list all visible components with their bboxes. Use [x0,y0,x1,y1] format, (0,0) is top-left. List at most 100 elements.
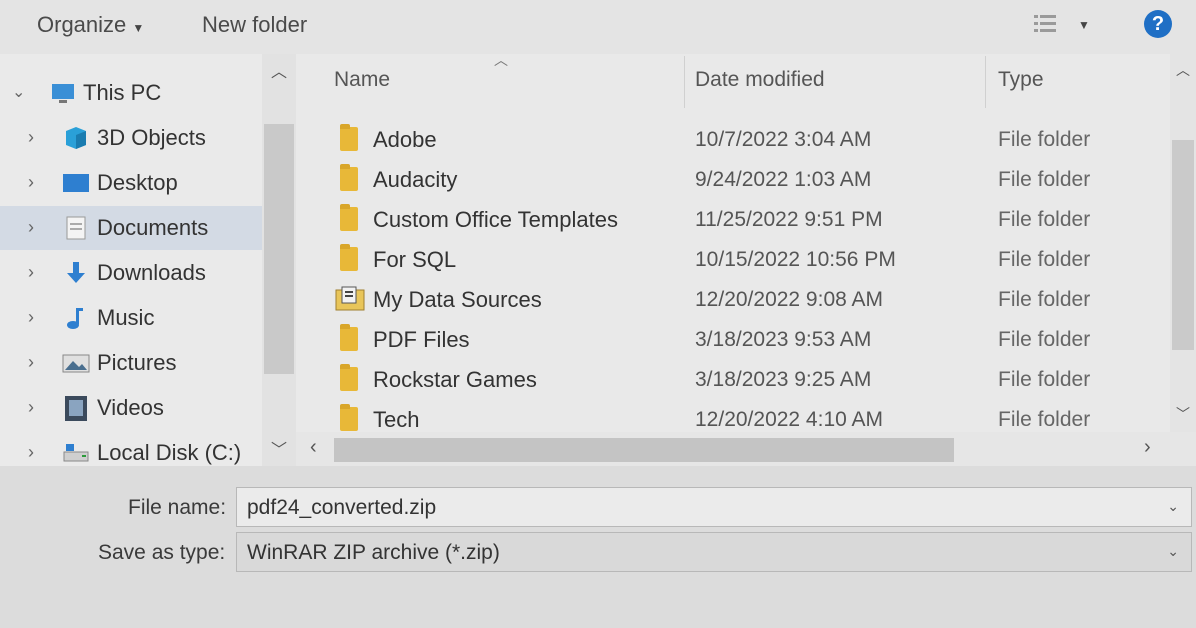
file-list-scrollbar[interactable]: ︿ ﹀ [1170,54,1196,432]
help-button[interactable]: ? [1144,10,1172,38]
save-as-type-select[interactable]: WinRAR ZIP archive (*.zip) ⌄ [236,532,1192,572]
nav-item-downloads[interactable]: › Downloads [0,251,262,295]
file-name: Custom Office Templates [373,207,618,232]
folder-icon [340,244,358,271]
file-date: 11/25/2022 9:51 PM [695,208,883,231]
file-date: 12/20/2022 9:08 AM [695,288,883,311]
chevron-down-icon[interactable]: ⌄ [1167,498,1179,515]
column-divider[interactable] [684,56,685,108]
documents-icon [66,216,86,240]
file-name-value: pdf24_converted.zip [247,496,437,519]
new-folder-button[interactable]: New folder [202,12,307,38]
sort-ascending-icon: ︿ [494,52,508,68]
folder-icon [340,164,358,191]
file-name: My Data Sources [373,287,542,312]
column-header-name[interactable]: Name [334,68,390,92]
help-icon: ? [1151,13,1165,35]
file-type: File folder [998,408,1091,431]
nav-label: Documents [97,215,209,240]
nav-label: 3D Objects [97,125,206,150]
file-date: 3/18/2023 9:53 AM [695,328,872,351]
save-as-type-label: Save as type: [98,541,226,564]
organize-button[interactable]: Organize ▼ [37,12,144,38]
view-dropdown-icon[interactable]: ▼ [1078,18,1090,32]
music-note-icon [67,308,83,329]
file-name: For SQL [373,247,457,272]
chevron-right-icon[interactable]: › [28,397,34,418]
nav-item-desktop[interactable]: › Desktop [0,161,262,205]
nav-label: Pictures [97,350,177,375]
file-name: Audacity [373,167,458,192]
file-list-scroll-thumb[interactable] [1172,140,1194,350]
drive-icon [63,444,89,462]
save-as-type-value: WinRAR ZIP archive (*.zip) [247,541,500,564]
file-date: 3/18/2023 9:25 AM [695,368,872,391]
file-date: 10/7/2022 3:04 AM [695,128,872,151]
chevron-right-icon[interactable]: › [28,307,34,328]
file-type: File folder [998,328,1091,351]
horizontal-scroll-thumb[interactable] [334,438,954,462]
folder-icon [340,404,358,431]
chevron-right-icon[interactable]: › [28,217,34,238]
file-type: File folder [998,128,1091,151]
horizontal-scrollbar[interactable]: ‹ › [296,432,1170,466]
nav-scroll-thumb[interactable] [264,124,294,374]
scroll-down-icon[interactable]: ﹀ [1176,404,1190,424]
chevron-down-icon[interactable]: ⌄ [1167,543,1179,560]
folder-icon [340,124,358,151]
videos-icon [65,396,87,421]
folder-icon [340,364,358,391]
file-type: File folder [998,208,1091,231]
file-type: File folder [998,248,1091,271]
file-date: 12/20/2022 4:10 AM [695,408,883,431]
file-name-input[interactable]: pdf24_converted.zip ⌄ [236,487,1192,527]
nav-label: Downloads [97,260,206,285]
nav-item-3d-objects[interactable]: › 3D Objects [0,116,262,160]
chevron-right-icon[interactable]: › [28,172,34,193]
3d-objects-icon [66,127,86,149]
scroll-up-icon[interactable]: ︿ [1176,60,1190,80]
scroll-up-icon[interactable]: ︿ [271,58,287,82]
file-date: 9/24/2022 1:03 AM [695,168,872,191]
column-header-date[interactable]: Date modified [695,68,825,92]
folder-icon [340,324,358,351]
download-arrow-icon [67,262,85,283]
nav-item-this-pc[interactable]: ⌄ This PC [0,71,262,115]
computer-icon [52,84,74,103]
nav-item-videos[interactable]: › Videos [0,386,262,430]
column-divider[interactable] [985,56,986,108]
nav-label: Desktop [97,170,178,195]
toolbar: Organize ▼ New folder ▼ ? [0,0,1196,54]
scroll-left-icon[interactable]: ‹ [310,436,317,459]
navigation-pane: ⌄ This PC › 3D Objects › Desktop › Docum… [0,54,262,466]
pictures-icon [62,354,90,373]
nav-item-music[interactable]: › Music [0,296,262,340]
chevron-right-icon[interactable]: › [28,352,34,373]
file-name: Adobe [373,127,437,152]
scroll-down-icon[interactable]: ﹀ [271,436,287,460]
file-date: 10/15/2022 10:56 PM [695,248,896,271]
nav-scrollbar[interactable]: ︿ ﹀ [262,54,296,466]
desktop-icon [63,174,89,192]
nav-item-documents[interactable]: › Documents [0,206,262,250]
file-name: PDF Files [373,327,470,352]
scroll-right-icon[interactable]: › [1144,436,1151,459]
folder-icon [340,204,358,231]
file-name: Rockstar Games [373,367,537,392]
chevron-right-icon[interactable]: › [28,262,34,283]
nav-label: Videos [97,395,164,420]
chevron-down-icon[interactable]: ⌄ [12,82,25,102]
file-type: File folder [998,288,1091,311]
column-header-type[interactable]: Type [998,68,1044,92]
chevron-right-icon[interactable]: › [28,442,34,463]
nav-item-pictures[interactable]: › Pictures [0,341,262,385]
details-view-icon [1034,15,1056,32]
chevron-right-icon[interactable]: › [28,127,34,148]
caret-down-icon: ▼ [132,21,145,35]
nav-label: Music [97,305,155,330]
file-type: File folder [998,368,1091,391]
file-name: Tech [373,407,420,432]
nav-label: This PC [83,80,162,105]
view-options-button[interactable] [1032,12,1062,36]
file-type: File folder [998,168,1091,191]
